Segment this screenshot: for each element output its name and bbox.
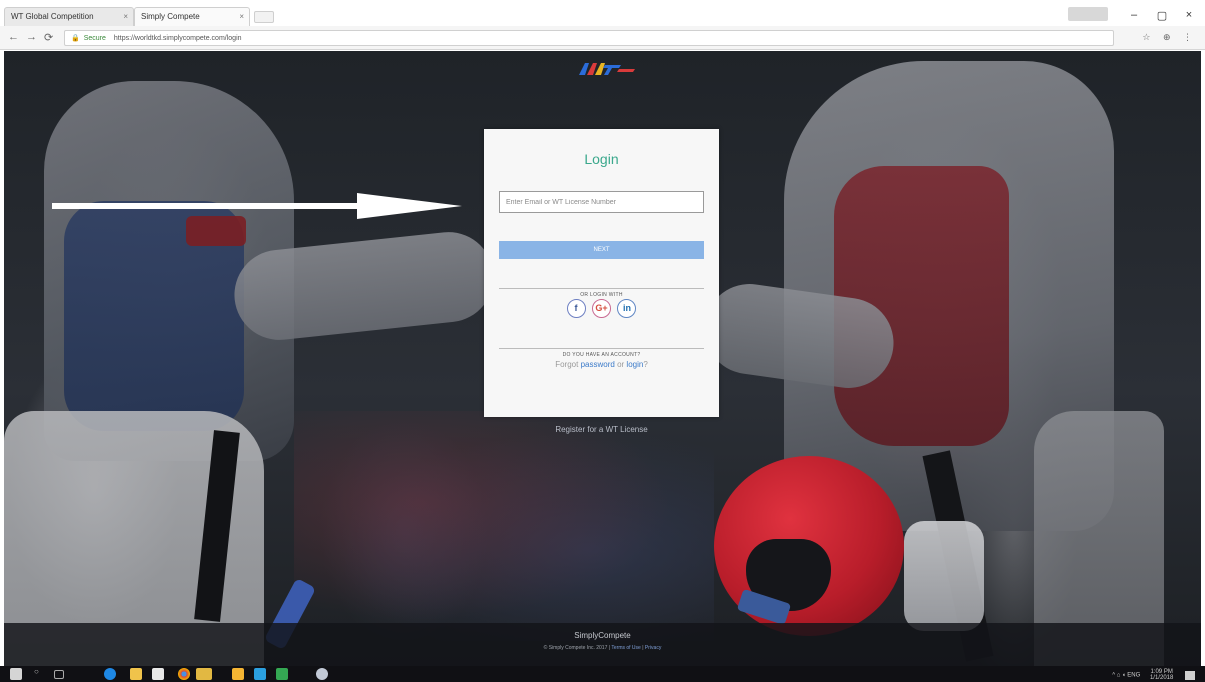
reload-button[interactable]: ⟳: [44, 31, 53, 44]
close-window-button[interactable]: ×: [1178, 9, 1200, 21]
account-divider: Do you have an account?: [499, 343, 704, 358]
background-crowd: [294, 411, 714, 641]
next-button[interactable]: Next: [499, 241, 704, 259]
wt-logo: [579, 63, 635, 75]
background-glove: [904, 521, 984, 631]
page-footer: SimplyCompete © Simply Compete Inc. 2017…: [4, 623, 1201, 666]
register-license-link[interactable]: Register for a WT License: [484, 425, 719, 434]
tab-title: Simply Compete: [141, 12, 200, 21]
clock[interactable]: 1:09 PM 1/1/2018: [1150, 669, 1173, 681]
tab-title: WT Global Competition: [11, 12, 94, 21]
forgot-login-link[interactable]: login: [626, 360, 643, 369]
pinned-app-icon[interactable]: [232, 668, 244, 680]
login-card: Login Next or login with f G+ in Do you …: [484, 129, 719, 417]
forgot-credentials-row: Forgot password or login?: [484, 360, 719, 369]
minimize-button[interactable]: –: [1123, 9, 1145, 21]
chrome-browser-icon[interactable]: [178, 668, 190, 680]
footer-brand: SimplyCompete: [574, 631, 631, 640]
clock-date: 1/1/2018: [1149, 675, 1174, 681]
browser-profile-button[interactable]: [1068, 7, 1108, 21]
system-tray[interactable]: ^ ⌂ ◖ ENG 1:09 PM 1/1/2018: [1112, 669, 1195, 681]
secure-label: Secure: [83, 35, 106, 42]
file-explorer-icon[interactable]: [130, 668, 142, 680]
browser-tab[interactable]: WT Global Competition ×: [4, 7, 134, 26]
login-title: Login: [584, 151, 619, 167]
account-divider-label: Do you have an account?: [556, 352, 647, 358]
google-plus-login-icon[interactable]: G+: [592, 299, 611, 318]
social-login-buttons: f G+ in: [484, 299, 719, 318]
email-or-license-input[interactable]: [499, 191, 704, 213]
footer-copyright: © Simply Compete Inc. 2017 |: [543, 645, 611, 651]
windows-taskbar: ○ ^ ⌂ ◖ ENG 1:09 PM 1/1/2018: [0, 666, 1205, 682]
browser-toolbar: ← → ⟳ 🔒 Secure https://worldtkd.simplycomp…: [0, 26, 1205, 50]
pinned-app-icon[interactable]: [276, 668, 288, 680]
pinned-app-icon[interactable]: [316, 668, 328, 680]
browser-extension-icons[interactable]: ☆ ⊕ ⋮: [1142, 32, 1197, 43]
back-button[interactable]: ←: [8, 31, 19, 43]
start-button-icon[interactable]: [10, 668, 22, 680]
close-tab-icon[interactable]: ×: [239, 12, 244, 21]
pinned-app-icon[interactable]: [196, 668, 212, 680]
url-text: https://worldtkd.simplycompete.com/login: [113, 35, 242, 42]
forgot-password-link[interactable]: password: [581, 360, 615, 369]
footer-separator: |: [642, 645, 644, 651]
search-icon[interactable]: ○: [34, 667, 44, 679]
browser-tab-bar: WT Global Competition × Simply Compete ×…: [0, 0, 1205, 26]
notification-center-icon[interactable]: [1185, 670, 1195, 680]
login-page: Login Next or login with f G+ in Do you …: [4, 51, 1201, 666]
address-bar[interactable]: 🔒 Secure https://worldtkd.simplycompete.co…: [64, 30, 1114, 46]
pinned-app-icon[interactable]: [254, 668, 266, 680]
terms-link[interactable]: Terms of Use: [611, 645, 640, 651]
new-tab-button[interactable]: [254, 11, 274, 23]
forward-button[interactable]: →: [26, 31, 37, 43]
edge-browser-icon[interactable]: [104, 668, 116, 680]
footer-copyright-row: © Simply Compete Inc. 2017 | Terms of Us…: [4, 645, 1201, 651]
privacy-link[interactable]: Privacy: [645, 645, 661, 651]
social-login-divider: or login with: [499, 283, 704, 298]
lock-icon: 🔒: [71, 35, 80, 42]
maximize-button[interactable]: ▢: [1151, 9, 1173, 22]
browser-tab-active[interactable]: Simply Compete ×: [134, 7, 250, 26]
social-login-divider-label: or login with: [574, 292, 629, 298]
background-flag-patch: [186, 216, 246, 246]
or-text: or: [617, 360, 625, 369]
linkedin-login-icon[interactable]: in: [617, 299, 637, 318]
facebook-login-icon[interactable]: f: [566, 299, 586, 318]
annotation-arrow-icon: [52, 193, 462, 219]
tray-icons[interactable]: ^ ⌂ ◖ ENG: [1112, 673, 1140, 679]
forgot-prefix: Forgot: [555, 360, 579, 369]
task-view-icon[interactable]: [54, 670, 64, 679]
store-icon[interactable]: [152, 668, 164, 680]
forgot-suffix: ?: [643, 360, 648, 369]
close-tab-icon[interactable]: ×: [123, 12, 128, 21]
